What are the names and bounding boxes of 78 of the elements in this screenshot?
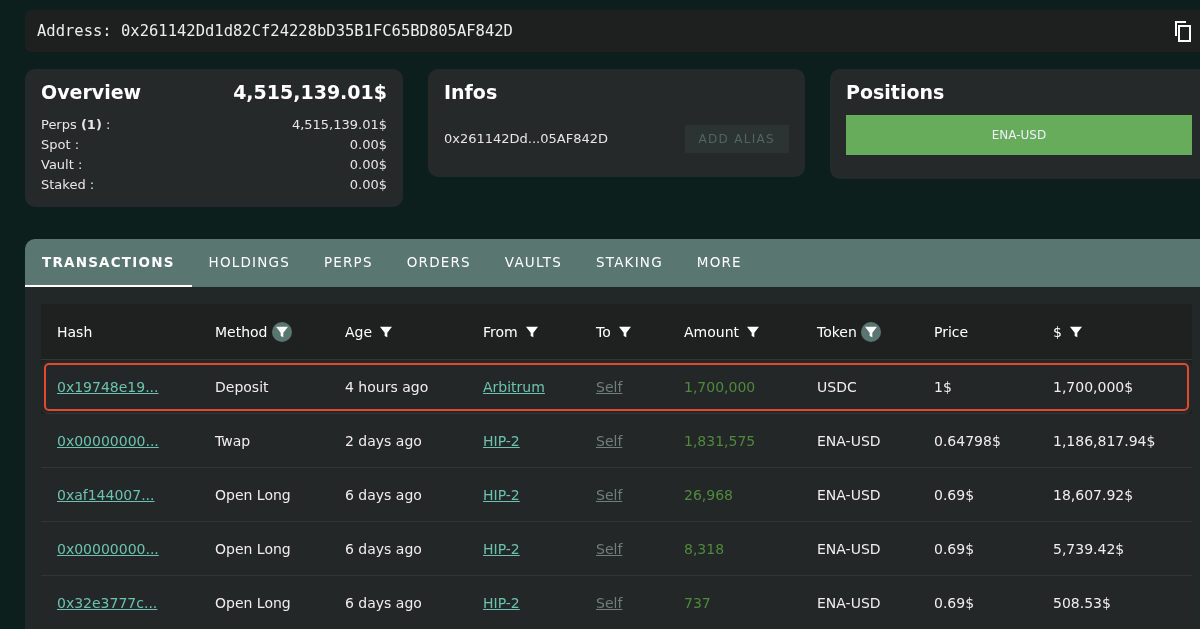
method-cell: Open Long [215,541,291,557]
to-link[interactable]: Self [596,379,623,395]
hash-link[interactable]: 0xaf144007... [57,487,155,503]
age-cell: 2 days ago [345,433,422,449]
to-link[interactable]: Self [596,595,623,611]
age-cell: 6 days ago [345,487,422,503]
method-cell: Deposit [215,379,269,395]
column-header: Age [345,323,373,340]
token-cell: ENA-USD [817,541,881,557]
overview-value: 0.00$ [349,156,387,174]
price-cell: 0.69$ [934,595,975,611]
tab[interactable]: VAULTS [487,239,579,287]
token-cell: ENA-USD [817,595,881,611]
age-cell: 6 days ago [345,595,422,611]
overview-label: Spot : [41,136,80,154]
overview-value: 0.00$ [349,176,387,194]
price-cell: 1$ [934,379,952,395]
tab[interactable]: TRANSACTIONS [25,239,192,287]
tab[interactable]: PERPS [306,239,390,287]
from-link[interactable]: HIP-2 [483,433,520,449]
age-cell: 4 hours ago [345,379,429,395]
column-header: Price [934,323,969,340]
amount-cell: 737 [684,595,711,611]
overview-title: Overview [41,81,142,103]
amount-cell: 26,968 [684,487,733,503]
tab[interactable]: HOLDINGS [191,239,307,287]
column-header: Token [817,323,857,340]
copy-icon[interactable] [1172,20,1192,42]
column-header: $ [1053,323,1062,340]
token-cell: ENA-USD [817,487,881,503]
amount-cell: 1,831,575 [684,433,756,449]
price-cell: 0.64798$ [934,433,1001,449]
overview-label: Staked : [41,176,95,194]
value-cell: 1,700,000$ [1053,379,1134,395]
value-cell: 18,607.92$ [1053,487,1134,503]
overview-value: 4,515,139.01$ [291,116,387,134]
filter-icon[interactable] [271,321,292,342]
to-link[interactable]: Self [596,487,623,503]
amount-cell: 1,700,000 [684,379,756,395]
method-cell: Twap [215,433,251,449]
from-link[interactable]: Arbitrum [483,379,545,395]
age-cell: 6 days ago [345,541,422,557]
hash-link[interactable]: 0x00000000... [57,541,159,557]
token-cell: ENA-USD [817,433,881,449]
method-cell: Open Long [215,595,291,611]
overview-label: Vault : [41,156,83,174]
value-cell: 508.53$ [1053,595,1111,611]
from-link[interactable]: HIP-2 [483,541,520,557]
overview-label: Perps (1) : [41,116,111,134]
value-cell: 1,186,817.94$ [1053,433,1156,449]
column-header: To [596,323,611,340]
column-header: Hash [57,323,93,340]
price-cell: 0.69$ [934,541,975,557]
from-link[interactable]: HIP-2 [483,595,520,611]
hash-link[interactable]: 0x19748e19... [57,379,159,395]
method-cell: Open Long [215,487,291,503]
tab[interactable]: MORE [679,239,759,287]
tab[interactable]: STAKING [579,239,680,287]
overview-total: 4,515,139.01$ [233,81,387,103]
overview-value: 0.00$ [349,136,387,154]
infos-title: Infos [444,81,498,103]
column-header: Amount [684,323,739,340]
to-link[interactable]: Self [596,541,623,557]
hash-link[interactable]: 0x00000000... [57,433,159,449]
address-text: Address: 0x261142Dd1d82Cf24228bD35B1FC65BD805AF842D [37,22,513,40]
column-header: Method [215,323,268,340]
amount-cell: 8,318 [684,541,725,557]
hash-link[interactable]: 0x32e3777c... [57,595,158,611]
filter-icon[interactable] [860,321,881,342]
positions-title: Positions [846,81,945,103]
from-link[interactable]: HIP-2 [483,487,520,503]
short-address: 0x261142Dd...05AF842D [444,130,608,148]
tab[interactable]: ORDERS [389,239,488,287]
column-header: From [483,323,518,340]
token-cell: USDC [817,379,857,395]
to-link[interactable]: Self [596,433,623,449]
price-cell: 0.69$ [934,487,975,503]
value-cell: 5,739.42$ [1053,541,1125,557]
